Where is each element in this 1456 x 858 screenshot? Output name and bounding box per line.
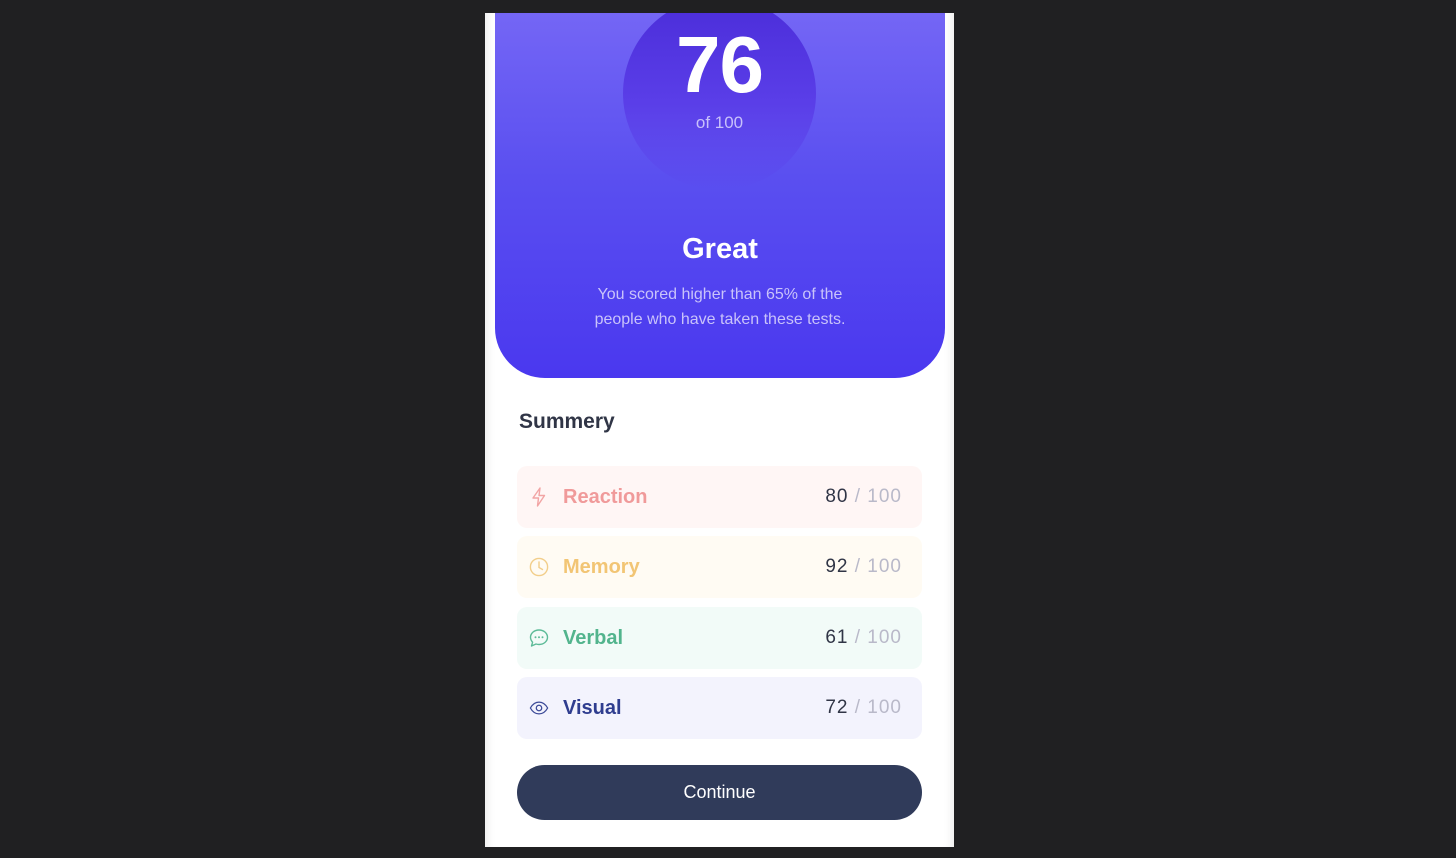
chat-bubble-icon [529,628,549,648]
eye-icon [529,698,549,718]
summary-item-reaction: Reaction 80 / 100 [517,466,922,528]
summary-item-label: Reaction [563,485,648,508]
summary-item-score: 92 / 100 [825,556,902,577]
summary-item-label: Memory [563,555,640,578]
summary-item-score: 72 / 100 [825,697,902,718]
results-card: 76 of 100 Great You scored higher than 6… [485,13,954,847]
score-value: 76 [676,20,764,109]
rating-title: Great [682,233,758,265]
result-header: 76 of 100 Great You scored higher than 6… [495,13,945,378]
clock-icon [529,557,549,577]
summary-title: Summery [519,410,615,433]
lightning-icon [529,487,549,507]
score-max: of 100 [695,113,744,132]
summary-item-visual: Visual 72 / 100 [517,677,922,739]
summary-item-score: 61 / 100 [825,627,902,648]
score-circle: 76 of 100 [623,13,816,190]
summary-item-memory: Memory 92 / 100 [517,536,922,598]
summary-item-verbal: Verbal 61 / 100 [517,607,922,669]
summary-item-label: Visual [563,696,622,719]
summary-item-score: 80 / 100 [825,486,902,507]
summary-item-label: Verbal [563,626,624,649]
continue-button[interactable]: Continue [517,765,922,820]
rating-description: You scored higher than 65% of the people… [594,286,846,328]
